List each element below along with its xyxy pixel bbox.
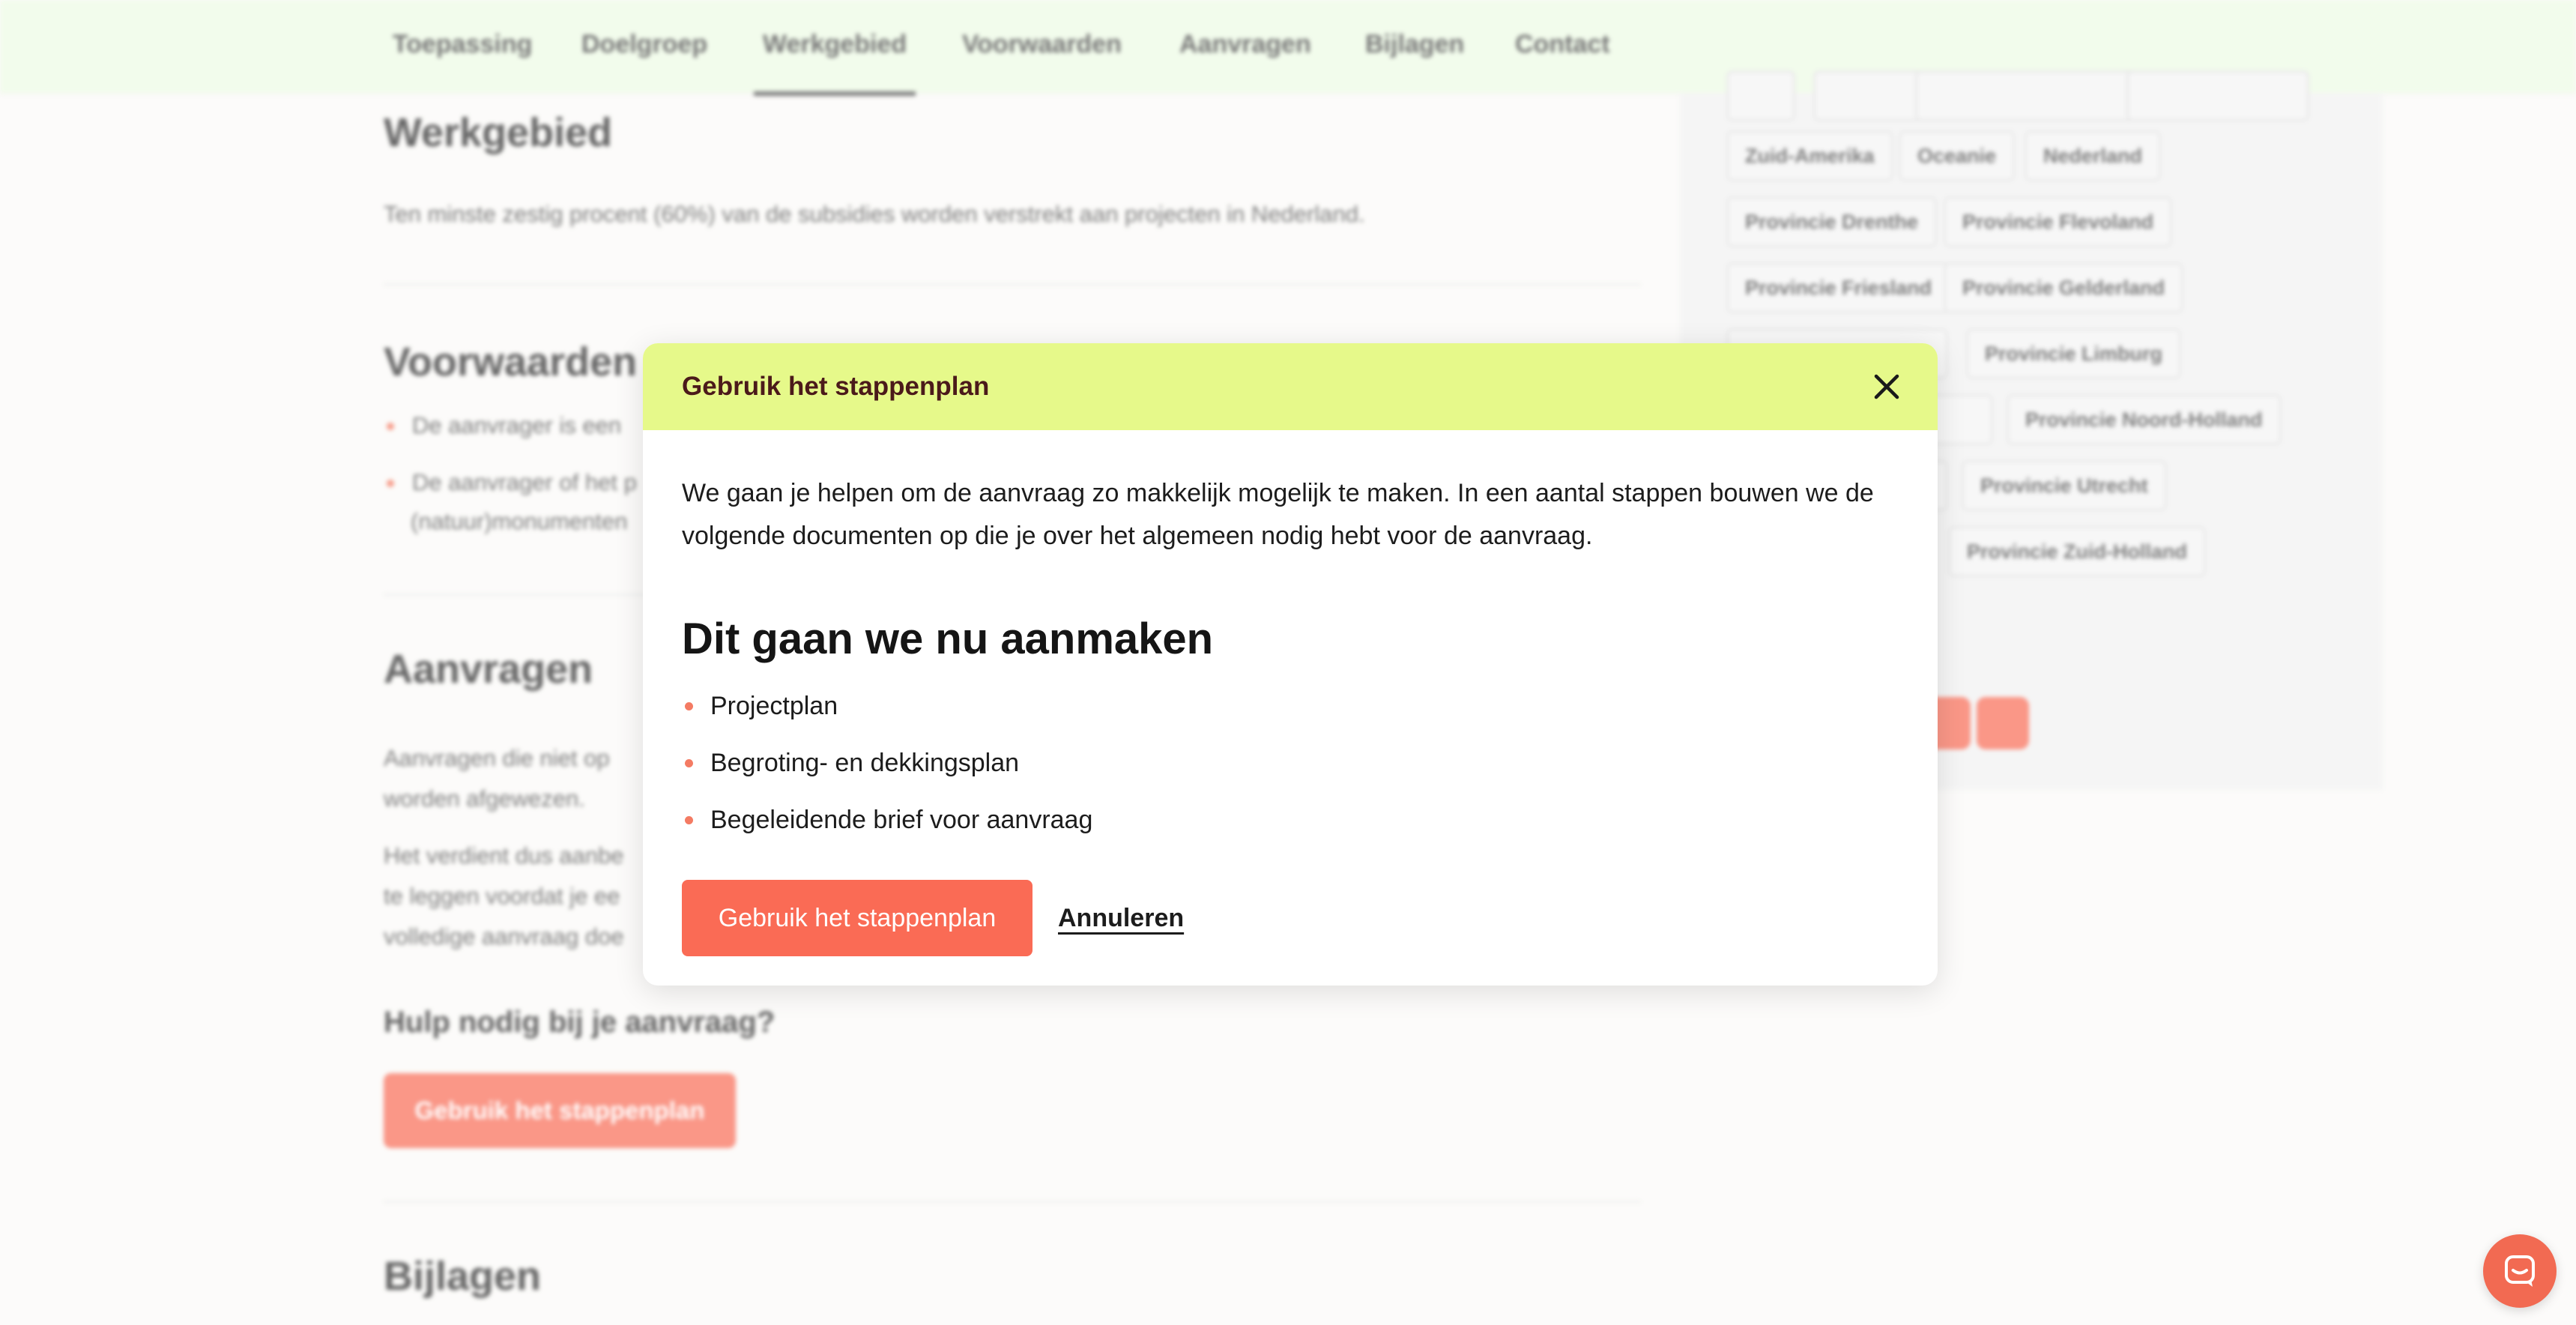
modal-actions: Gebruik het stappenplan Annuleren xyxy=(682,880,1899,956)
close-icon[interactable] xyxy=(1869,369,1905,405)
chat-icon xyxy=(2505,1255,2535,1287)
document-list: Projectplan Begroting- en dekkingsplan B… xyxy=(682,677,1899,848)
modal-subtitle: Dit gaan we nu aanmaken xyxy=(682,615,1214,663)
modal-header: Gebruik het stappenplan xyxy=(643,343,1938,430)
stappenplan-modal: Gebruik het stappenplan We gaan je helpe… xyxy=(643,343,1938,986)
modal-body: We gaan je helpen om de aanvraag zo makk… xyxy=(643,430,1938,956)
modal-intro-text: We gaan je helpen om de aanvraag zo makk… xyxy=(682,479,1874,550)
modal-title: Gebruik het stappenplan xyxy=(682,372,990,401)
cancel-link[interactable]: Annuleren xyxy=(1058,904,1184,933)
use-stappenplan-button[interactable]: Gebruik het stappenplan xyxy=(682,880,1032,956)
chat-launcher-button[interactable] xyxy=(2483,1234,2557,1308)
list-item: Begroting- en dekkingsplan xyxy=(682,734,1899,791)
list-item: Begeleidende brief voor aanvraag xyxy=(682,791,1899,848)
list-item: Projectplan xyxy=(682,677,1899,734)
